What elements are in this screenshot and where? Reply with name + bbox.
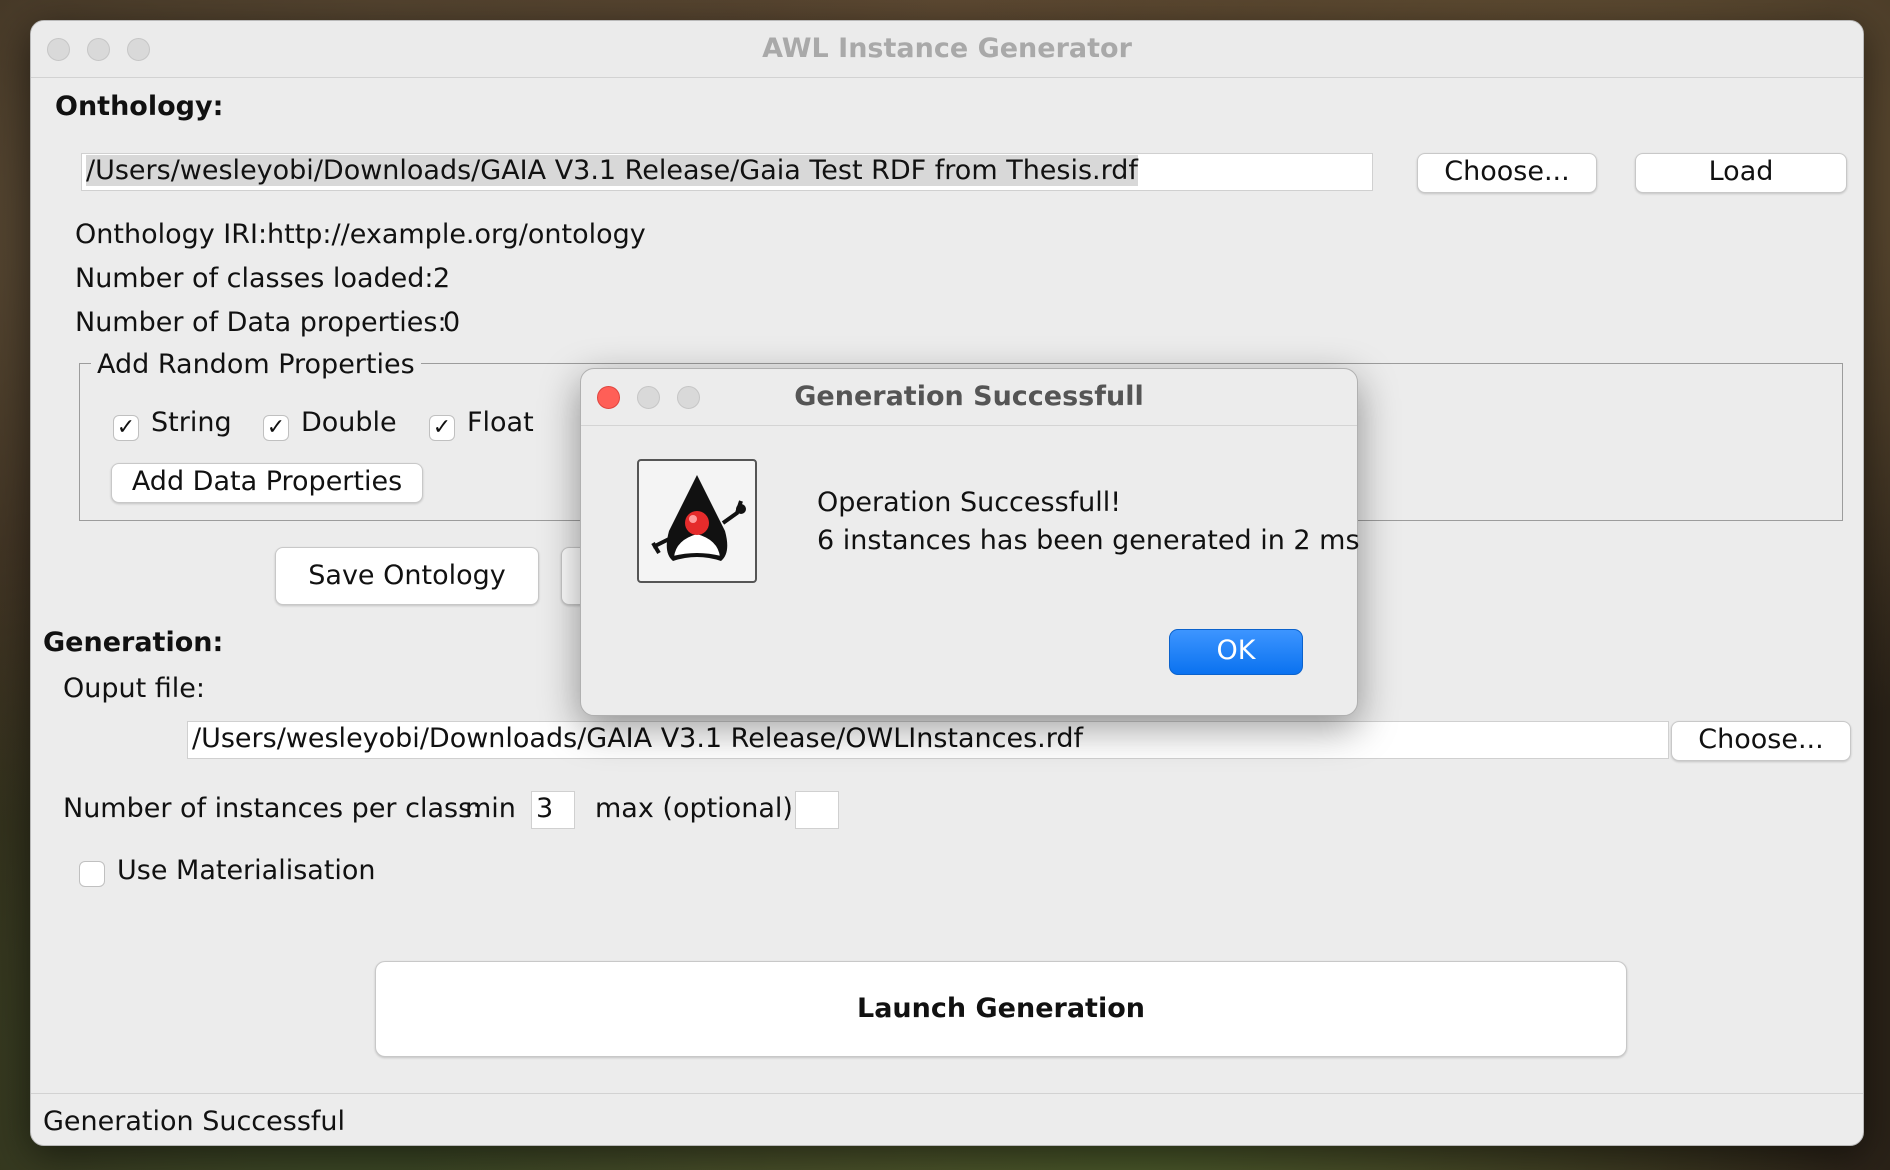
generation-section-label: Generation: bbox=[43, 627, 224, 658]
output-file-field[interactable]: /Users/wesleyobi/Downloads/GAIA V3.1 Rel… bbox=[187, 721, 1669, 759]
add-data-properties-button[interactable]: Add Data Properties bbox=[111, 463, 423, 503]
ontology-choose-button[interactable]: Choose... bbox=[1417, 153, 1597, 193]
classes-loaded-value: 2 bbox=[433, 263, 451, 294]
output-file-label: Ouput file: bbox=[63, 673, 206, 704]
use-materialisation-label: Use Materialisation bbox=[117, 855, 376, 886]
min-label: min bbox=[465, 793, 516, 824]
dialog-titlebar: Generation Successfull bbox=[581, 369, 1357, 426]
max-label: max (optional) bbox=[595, 793, 793, 824]
use-materialisation-checkbox[interactable] bbox=[79, 861, 105, 887]
dialog-message-line1: Operation Successfull! bbox=[817, 487, 1122, 518]
ontology-load-button[interactable]: Load bbox=[1635, 153, 1847, 193]
dialog-title: Generation Successfull bbox=[794, 381, 1144, 412]
window-title: AWL Instance Generator bbox=[762, 33, 1132, 64]
random-properties-group-title: Add Random Properties bbox=[91, 349, 421, 380]
status-text: Generation Successful bbox=[43, 1106, 346, 1137]
ontology-iri-value: http://example.org/ontology bbox=[267, 219, 646, 250]
ontology-section-label: Onthology: bbox=[55, 91, 224, 122]
status-bar: Generation Successful bbox=[31, 1093, 1863, 1145]
data-properties-label: Number of Data properties: bbox=[75, 307, 447, 338]
instances-per-class-label: Number of instances per class: bbox=[63, 793, 482, 824]
window-titlebar: AWL Instance Generator bbox=[31, 21, 1863, 78]
ontology-iri-label: Onthology IRI: bbox=[75, 219, 268, 250]
save-ontology-button[interactable]: Save Ontology bbox=[275, 547, 539, 605]
java-duke-icon bbox=[637, 459, 757, 583]
float-checkbox[interactable]: ✓ bbox=[429, 415, 455, 441]
data-properties-value: 0 bbox=[443, 307, 461, 338]
float-checkbox-label: Float bbox=[467, 407, 534, 438]
ok-button[interactable]: OK bbox=[1169, 629, 1303, 675]
dialog-message-line2: 6 instances has been generated in 2 ms bbox=[817, 525, 1360, 556]
output-choose-button[interactable]: Choose... bbox=[1671, 721, 1851, 761]
generation-success-dialog: Generation Successfull Operation Success… bbox=[580, 368, 1360, 716]
classes-loaded-label: Number of classes loaded: bbox=[75, 263, 434, 294]
ontology-path-field[interactable]: /Users/wesleyobi/Downloads/GAIA V3.1 Rel… bbox=[81, 153, 1373, 191]
min-instances-field[interactable]: 3 bbox=[531, 791, 575, 829]
max-instances-field[interactable] bbox=[795, 791, 839, 829]
double-checkbox[interactable]: ✓ bbox=[263, 415, 289, 441]
double-checkbox-label: Double bbox=[301, 407, 397, 438]
ontology-path-text: /Users/wesleyobi/Downloads/GAIA V3.1 Rel… bbox=[86, 155, 1138, 186]
string-checkbox[interactable]: ✓ bbox=[113, 415, 139, 441]
string-checkbox-label: String bbox=[151, 407, 232, 438]
launch-generation-button[interactable]: Launch Generation bbox=[375, 961, 1627, 1057]
